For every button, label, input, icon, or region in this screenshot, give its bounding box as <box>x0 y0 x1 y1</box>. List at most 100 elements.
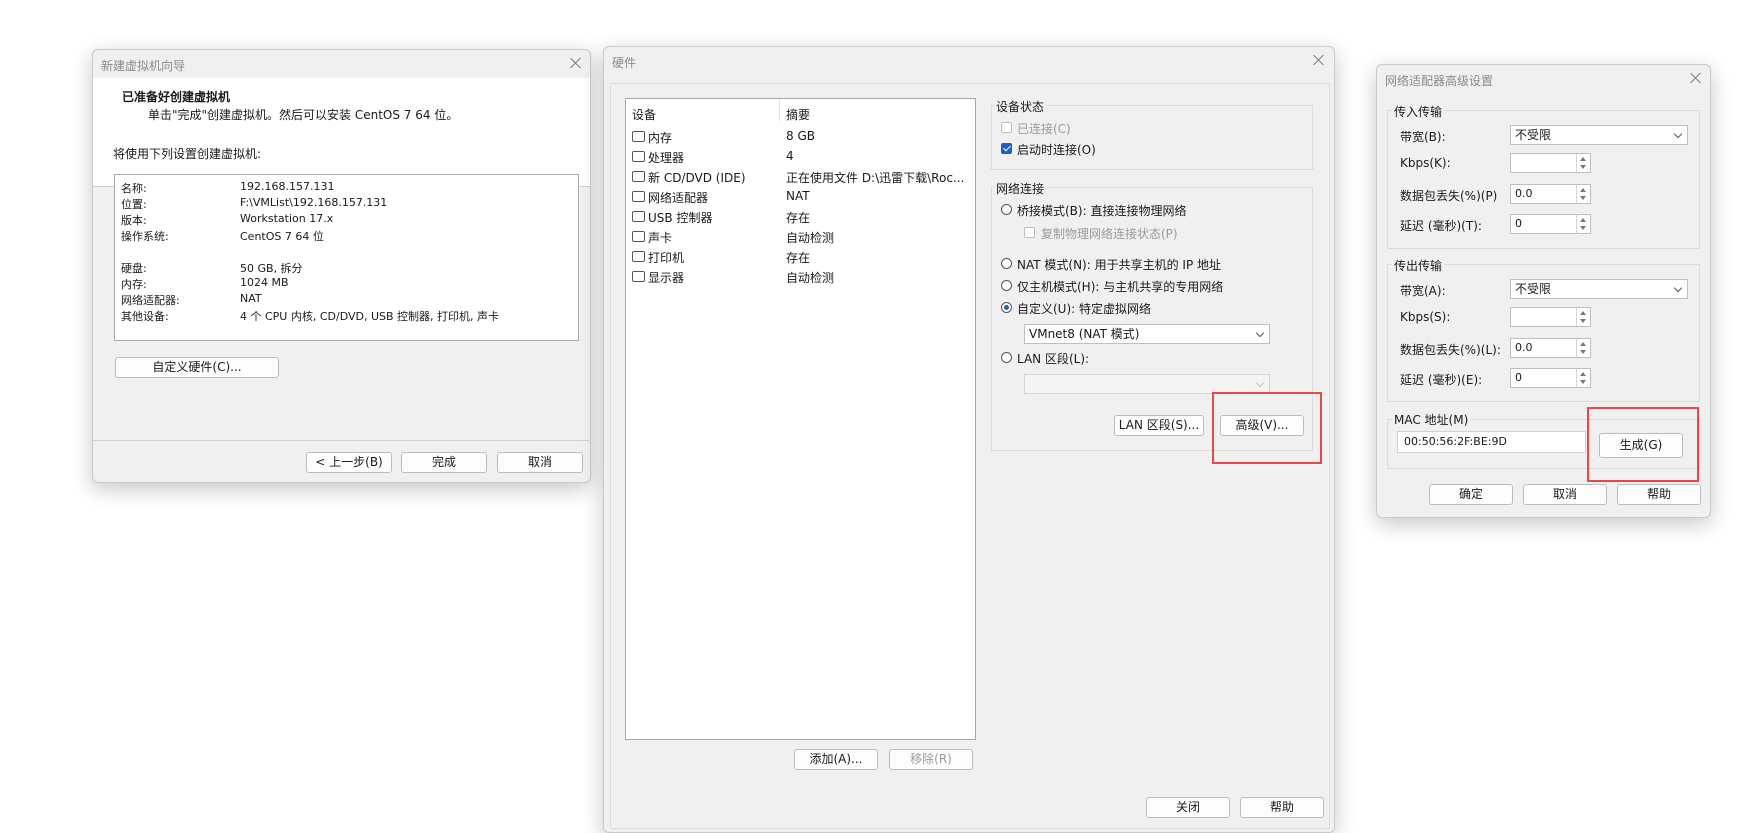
help-button[interactable]: 帮助 <box>1240 797 1324 818</box>
connect-on-start-checkbox[interactable] <box>1001 143 1012 154</box>
close-button[interactable]: 关闭 <box>1146 797 1230 818</box>
help-button[interactable]: 帮助 <box>1617 484 1701 505</box>
finish-button[interactable]: 完成 <box>401 452 487 473</box>
cancel-button[interactable]: 取消 <box>497 452 583 473</box>
wizard-heading: 已准备好创建虚拟机 <box>122 90 231 104</box>
network-adapter-icon <box>632 191 645 202</box>
wizard-subheading: 单击"完成"创建虚拟机。然后可以安装 CentOS 7 64 位。 <box>148 108 459 122</box>
device-row[interactable]: 打印机 存在 <box>626 248 975 266</box>
window-title: 新建虚拟机向导 <box>101 59 186 73</box>
replicate-state-checkbox[interactable] <box>1024 227 1035 238</box>
in-bandwidth-select[interactable]: 不受限 <box>1510 125 1688 145</box>
stepper-arrows[interactable] <box>1576 308 1590 326</box>
in-latency-label: 延迟 (毫秒)(T): <box>1400 219 1482 233</box>
generate-button-highlight <box>1587 407 1699 482</box>
cd-dvd-icon <box>632 171 645 182</box>
device-summary: 自动检测 <box>786 231 835 245</box>
device-name: 内存 <box>648 131 673 145</box>
close-icon[interactable] <box>1312 53 1326 67</box>
wizard-intro: 将使用下列设置创建虚拟机: <box>113 147 262 161</box>
nat-radio[interactable] <box>1001 258 1012 269</box>
setting-label: 其他设备: <box>121 310 169 323</box>
device-name: 新 CD/DVD (IDE) <box>648 171 746 185</box>
stepper-arrows[interactable] <box>1576 339 1590 357</box>
device-row[interactable]: 内存 8 GB <box>626 128 975 146</box>
device-row[interactable]: 新 CD/DVD (IDE) 正在使用文件 D:\迅雷下载\Roc... <box>626 168 975 186</box>
out-loss-value: 0.0 <box>1515 341 1533 354</box>
close-icon[interactable] <box>569 56 583 70</box>
settings-row: 名称: 192.168.157.131 <box>115 180 578 196</box>
adapter-advanced-window: 网络适配器高级设置 传入传输 带宽(B): 不受限 Kbps(K): 数据包丢失… <box>1376 64 1711 518</box>
bridged-radio[interactable] <box>1001 204 1012 215</box>
in-latency-stepper[interactable]: 0 <box>1510 214 1591 234</box>
mac-field[interactable]: 00:50:56:2F:BE:9D <box>1397 431 1586 453</box>
column-header-summary: 摘要 <box>786 108 811 122</box>
in-kbps-stepper[interactable] <box>1510 153 1591 173</box>
custom-network-select[interactable]: VMnet8 (NAT 模式) <box>1024 324 1270 344</box>
ok-button[interactable]: 确定 <box>1429 484 1513 505</box>
out-bandwidth-select[interactable]: 不受限 <box>1510 279 1688 299</box>
device-name: 网络适配器 <box>648 191 709 205</box>
close-icon[interactable] <box>1689 71 1703 85</box>
advanced-button-highlight <box>1212 392 1322 464</box>
stepper-arrows[interactable] <box>1576 185 1590 203</box>
host-only-label: 仅主机模式(H): 与主机共享的专用网络 <box>1017 280 1224 294</box>
device-summary: 存在 <box>786 251 811 265</box>
device-summary: 自动检测 <box>786 271 835 285</box>
stepper-arrows[interactable] <box>1576 154 1590 172</box>
lan-segments-button[interactable]: LAN 区段(S)... <box>1114 415 1204 436</box>
chevron-down-icon <box>1673 283 1683 293</box>
out-loss-label: 数据包丢失(%)(L): <box>1400 343 1501 357</box>
setting-value: 50 GB, 拆分 <box>240 262 303 275</box>
device-name: 声卡 <box>648 231 673 245</box>
stepper-arrows[interactable] <box>1576 215 1590 233</box>
add-device-button[interactable]: 添加(A)... <box>794 749 878 770</box>
device-row[interactable]: 处理器 4 <box>626 148 975 166</box>
processor-icon <box>632 151 645 162</box>
device-name: USB 控制器 <box>648 211 713 225</box>
in-bandwidth-label: 带宽(B): <box>1400 130 1446 144</box>
custom-radio[interactable] <box>1001 302 1012 313</box>
cancel-button[interactable]: 取消 <box>1523 484 1607 505</box>
custom-network-value: VMnet8 (NAT 模式) <box>1029 327 1140 341</box>
connected-checkbox[interactable] <box>1001 122 1012 133</box>
incoming-label: 传入传输 <box>1392 103 1445 120</box>
printer-icon <box>632 251 645 262</box>
settings-row: 其他设备: 4 个 CPU 内核, CD/DVD, USB 控制器, 打印机, 声… <box>115 308 578 324</box>
device-status-label: 设备状态 <box>994 98 1047 115</box>
out-kbps-label: Kbps(S): <box>1400 310 1451 324</box>
host-only-radio[interactable] <box>1001 280 1012 291</box>
device-row[interactable]: 显示器 自动检测 <box>626 268 975 286</box>
device-row[interactable]: 网络适配器 NAT <box>626 188 975 206</box>
chevron-down-icon <box>1673 129 1683 139</box>
out-latency-label: 延迟 (毫秒)(E): <box>1400 373 1483 387</box>
column-divider <box>779 99 780 121</box>
remove-device-button[interactable]: 移除(R) <box>889 749 973 770</box>
setting-label: 位置: <box>121 198 147 211</box>
in-loss-stepper[interactable]: 0.0 <box>1510 184 1591 204</box>
chevron-down-icon <box>1255 328 1265 338</box>
column-header-device: 设备 <box>632 108 657 122</box>
customize-hardware-button[interactable]: 自定义硬件(C)... <box>115 357 279 378</box>
hardware-window: 硬件 设备 摘要 内存 8 GB 处理器 4 新 CD/DVD (IDE) 正在使用文件 … <box>603 46 1335 833</box>
out-kbps-stepper[interactable] <box>1510 307 1591 327</box>
out-loss-stepper[interactable]: 0.0 <box>1510 338 1591 358</box>
device-row[interactable]: 声卡 自动检测 <box>626 228 975 246</box>
device-summary: 正在使用文件 D:\迅雷下载\Roc... <box>786 171 965 185</box>
device-name: 打印机 <box>648 251 685 265</box>
outgoing-label: 传出传输 <box>1392 257 1445 274</box>
stepper-arrows[interactable] <box>1576 369 1590 387</box>
lan-segment-radio[interactable] <box>1001 352 1012 363</box>
out-latency-stepper[interactable]: 0 <box>1510 368 1591 388</box>
in-latency-value: 0 <box>1515 217 1522 230</box>
out-bandwidth-value: 不受限 <box>1515 282 1552 296</box>
lan-segment-select[interactable] <box>1024 374 1270 394</box>
custom-label: 自定义(U): 特定虚拟网络 <box>1017 302 1152 316</box>
device-summary: 存在 <box>786 211 811 225</box>
settings-row: 硬盘: 50 GB, 拆分 <box>115 260 578 276</box>
device-row[interactable]: USB 控制器 存在 <box>626 208 975 226</box>
setting-value: F:\VMList\192.168.157.131 <box>240 196 388 209</box>
lan-segment-label: LAN 区段(L): <box>1017 352 1090 366</box>
back-button[interactable]: < 上一步(B) <box>306 452 392 473</box>
settings-row: 网络适配器: NAT <box>115 292 578 308</box>
